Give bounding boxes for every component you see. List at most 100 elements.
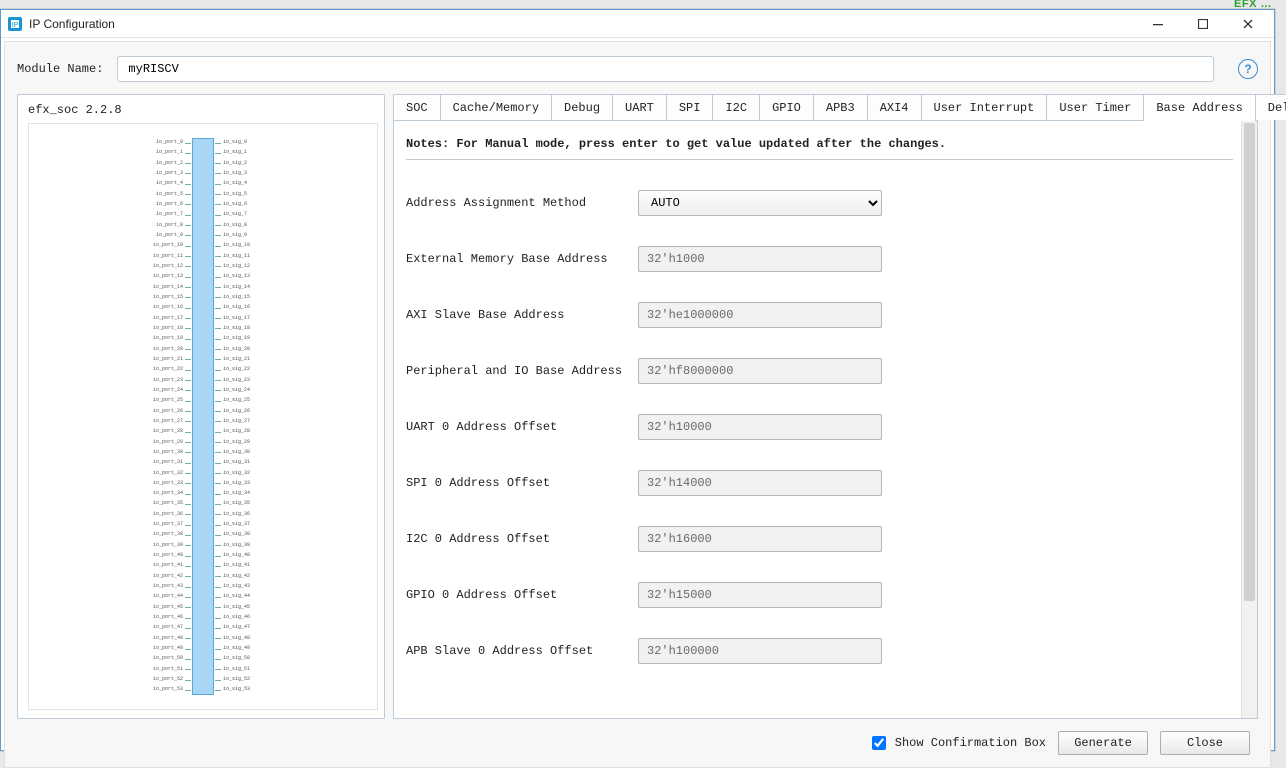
address-form: Address Assignment Method AUTO External … <box>406 190 1233 664</box>
address-row-label: AXI Slave Base Address <box>406 308 638 322</box>
address-row-value[interactable] <box>638 358 882 384</box>
app-icon: IP <box>7 16 23 32</box>
chip-port-line: io_port_47 <box>145 625 191 630</box>
chip-port-line: io_sig_43 <box>215 584 258 589</box>
chip-port-line: io_port_10 <box>145 243 191 248</box>
address-row-value[interactable] <box>638 526 882 552</box>
confirmation-checkbox-row[interactable]: Show Confirmation Box <box>868 733 1046 753</box>
chip-port-line: io_port_45 <box>145 605 191 610</box>
address-row-value[interactable] <box>638 246 882 272</box>
address-row-value[interactable] <box>638 414 882 440</box>
tab-uart[interactable]: UART <box>612 94 667 120</box>
chip-port-line: io_port_49 <box>145 646 191 651</box>
chip-port-line: io_sig_48 <box>215 636 258 641</box>
chip-port-line: io_sig_7 <box>215 212 255 217</box>
address-row-label: APB Slave 0 Address Offset <box>406 644 638 658</box>
chip-port-line: io_port_16 <box>145 305 191 310</box>
chip-port-line: io_port_41 <box>145 563 191 568</box>
chip-port-line: io_port_26 <box>145 409 191 414</box>
tab-debug[interactable]: Debug <box>551 94 613 120</box>
chip-port-line: io_sig_18 <box>215 326 258 331</box>
address-row: Peripheral and IO Base Address <box>406 358 1233 384</box>
tab-gpio[interactable]: GPIO <box>759 94 814 120</box>
tab-axi4[interactable]: AXI4 <box>867 94 922 120</box>
address-row-value[interactable] <box>638 638 882 664</box>
vertical-scrollbar[interactable] <box>1241 121 1257 718</box>
ip-preview-panel: efx_soc 2.2.8 io_port_0io_port_1io_port_… <box>17 94 385 719</box>
chip-port-line: io_sig_40 <box>215 553 258 558</box>
chip-port-line: io_port_37 <box>145 522 191 527</box>
chip-port-line: io_port_25 <box>145 398 191 403</box>
chip-port-line: io_port_27 <box>145 419 191 424</box>
confirmation-checkbox[interactable] <box>872 736 886 750</box>
chip-core-block <box>192 138 214 695</box>
tab-soc[interactable]: SOC <box>393 94 441 120</box>
module-name-row: Module Name: ? <box>17 52 1258 94</box>
chip-port-line: io_port_14 <box>145 285 191 290</box>
chip-port-line: io_port_36 <box>145 512 191 517</box>
chip-port-line: io_port_30 <box>145 450 191 455</box>
chip-port-line: io_port_8 <box>148 223 191 228</box>
minimize-button[interactable] <box>1135 10 1180 38</box>
ip-config-window: IP IP Configuration Module Name: ? efx_s… <box>0 9 1275 751</box>
address-row: APB Slave 0 Address Offset <box>406 638 1233 664</box>
address-row-value[interactable] <box>638 582 882 608</box>
footer: Show Confirmation Box Generate Close <box>17 719 1258 759</box>
maximize-button[interactable] <box>1180 10 1225 38</box>
chip-port-line: io_port_50 <box>145 656 191 661</box>
scrollbar-thumb[interactable] <box>1244 123 1255 601</box>
chip-port-line: io_port_23 <box>145 378 191 383</box>
chip-port-line: io_port_20 <box>145 347 191 352</box>
chip-port-line: io_sig_1 <box>215 150 255 155</box>
chip-port-line: io_sig_23 <box>215 378 258 383</box>
chip-port-line: io_port_42 <box>145 574 191 579</box>
tab-i2c[interactable]: I2C <box>712 94 760 120</box>
chip-port-line: io_port_24 <box>145 388 191 393</box>
chip-port-line: io_sig_32 <box>215 471 258 476</box>
address-method-select[interactable]: AUTO <box>638 190 882 216</box>
chip-port-line: io_port_17 <box>145 316 191 321</box>
chip-port-line: io_port_19 <box>145 336 191 341</box>
chip-port-line: io_port_3 <box>148 171 191 176</box>
address-row: I2C 0 Address Offset <box>406 526 1233 552</box>
address-row: AXI Slave Base Address <box>406 302 1233 328</box>
chip-port-line: io_port_51 <box>145 667 191 672</box>
chip-port-line: io_port_18 <box>145 326 191 331</box>
chip-port-line: io_sig_17 <box>215 316 258 321</box>
chip-port-line: io_port_11 <box>145 254 191 259</box>
address-row-value[interactable] <box>638 470 882 496</box>
chip-port-line: io_port_48 <box>145 636 191 641</box>
generate-button[interactable]: Generate <box>1058 731 1148 755</box>
address-row-label: UART 0 Address Offset <box>406 420 638 434</box>
close-button[interactable]: Close <box>1160 731 1250 755</box>
chip-port-line: io_port_31 <box>145 460 191 465</box>
chip-port-line: io_sig_51 <box>215 667 258 672</box>
chip-port-line: io_port_40 <box>145 553 191 558</box>
chip-port-line: io_sig_2 <box>215 161 255 166</box>
tab-user-timer[interactable]: User Timer <box>1046 94 1144 120</box>
chip-port-line: io_sig_30 <box>215 450 258 455</box>
help-button[interactable]: ? <box>1238 59 1258 79</box>
tab-cache-memory[interactable]: Cache/Memory <box>440 94 552 120</box>
chip-port-line: io_sig_46 <box>215 615 258 620</box>
client-area: Module Name: ? efx_soc 2.2.8 io_port_0io… <box>4 41 1271 768</box>
module-name-input[interactable] <box>117 56 1214 82</box>
tab-apb3[interactable]: APB3 <box>813 94 868 120</box>
chip-port-line: io_port_52 <box>145 677 191 682</box>
chip-port-line: io_sig_49 <box>215 646 258 651</box>
chip-port-line: io_port_4 <box>148 181 191 186</box>
chip-port-line: io_sig_53 <box>215 687 258 692</box>
chip-port-line: io_port_33 <box>145 481 191 486</box>
address-row-value[interactable] <box>638 302 882 328</box>
confirmation-checkbox-label: Show Confirmation Box <box>895 736 1046 750</box>
tab-base-address[interactable]: Base Address <box>1143 94 1255 120</box>
chip-port-line: io_sig_34 <box>215 491 258 496</box>
tab-spi[interactable]: SPI <box>666 94 714 120</box>
chip-port-line: io_port_1 <box>148 150 191 155</box>
close-window-button[interactable] <box>1225 10 1270 38</box>
ip-preview-title: efx_soc 2.2.8 <box>28 101 378 123</box>
tab-user-interrupt[interactable]: User Interrupt <box>921 94 1048 120</box>
tab-deliverables[interactable]: Deliverables <box>1255 94 1286 120</box>
config-panel: SOCCache/MemoryDebugUARTSPII2CGPIOAPB3AX… <box>393 94 1258 719</box>
chip-port-line: io_sig_27 <box>215 419 258 424</box>
